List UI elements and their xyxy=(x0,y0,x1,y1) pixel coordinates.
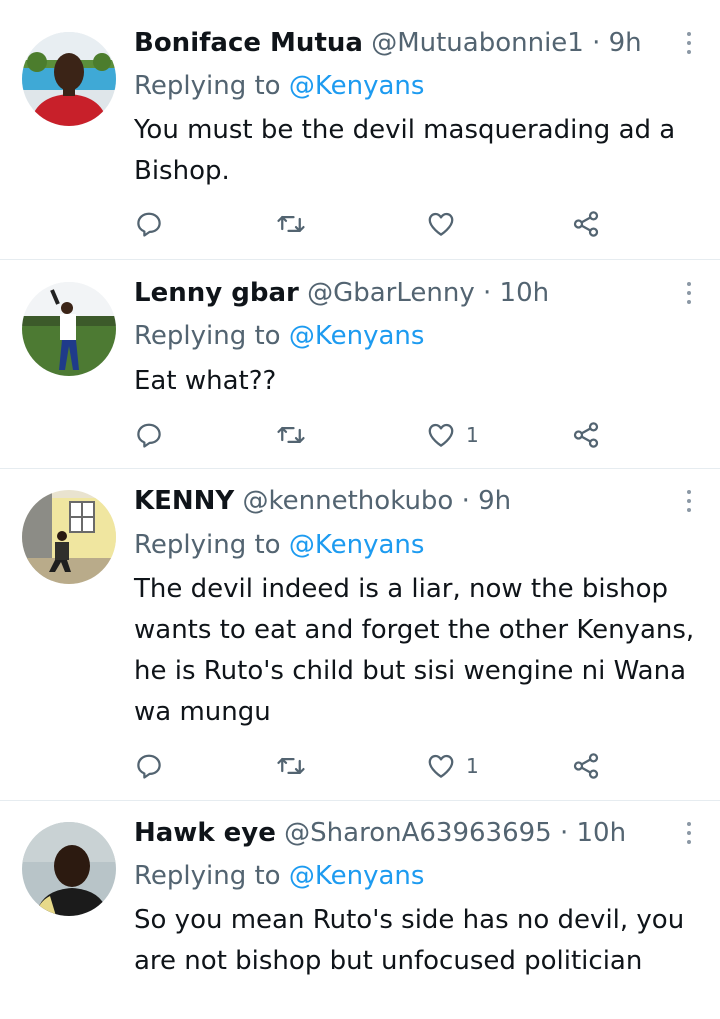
retweet-button[interactable] xyxy=(276,207,306,241)
tweet[interactable]: Hawk eye @SharonA63963695 · 10h Replying… xyxy=(0,801,720,1019)
replying-to: Replying to @Kenyans xyxy=(134,859,424,893)
separator-dot: · xyxy=(592,28,601,58)
share-icon xyxy=(573,422,599,448)
reply-button[interactable] xyxy=(134,207,164,241)
like-button[interactable]: 1 xyxy=(426,418,479,452)
action-bar: 1 xyxy=(134,749,614,783)
mention-link[interactable]: @Kenyans xyxy=(289,861,425,891)
display-name[interactable]: KENNY xyxy=(134,486,234,516)
retweet-icon xyxy=(277,216,305,232)
reply-button[interactable] xyxy=(134,418,164,452)
user-handle[interactable]: @Mutuabonnie1 xyxy=(371,28,584,58)
like-button[interactable] xyxy=(426,207,466,241)
user-handle[interactable]: @SharonA63963695 xyxy=(284,818,552,848)
like-count: 1 xyxy=(466,754,479,778)
timestamp[interactable]: 9h xyxy=(478,486,511,516)
share-button[interactable] xyxy=(571,749,601,783)
replying-to-label: Replying to xyxy=(134,321,281,351)
share-button[interactable] xyxy=(571,418,601,452)
avatar-photo xyxy=(22,490,116,584)
tweet-header: Hawk eye @SharonA63963695 · 10h xyxy=(134,816,660,850)
mention-link[interactable]: @Kenyans xyxy=(289,71,425,101)
retweet-button[interactable] xyxy=(276,749,306,783)
avatar[interactable] xyxy=(22,32,116,126)
more-options-icon[interactable] xyxy=(684,822,694,844)
like-button[interactable]: 1 xyxy=(426,749,479,783)
avatar[interactable] xyxy=(22,822,116,916)
reply-icon xyxy=(137,212,161,237)
action-bar xyxy=(134,207,614,241)
share-icon xyxy=(573,211,599,237)
user-handle[interactable]: @kennethokubo xyxy=(243,486,454,516)
tweet[interactable]: KENNY @kennethokubo · 9h Replying to @Ke… xyxy=(0,469,720,801)
retweet-icon xyxy=(277,758,305,774)
replying-to-label: Replying to xyxy=(134,861,281,891)
separator-dot: · xyxy=(483,278,492,308)
tweet-header: Lenny gbar @GbarLenny · 10h xyxy=(134,276,660,310)
mention-link[interactable]: @Kenyans xyxy=(289,321,425,351)
replying-to: Replying to @Kenyans xyxy=(134,528,424,562)
tweet-text: The devil indeed is a liar, now the bish… xyxy=(134,574,695,727)
tweet-text: Eat what?? xyxy=(134,366,277,396)
action-bar: 1 xyxy=(134,418,614,452)
tweet[interactable]: Lenny gbar @GbarLenny · 10h Replying to … xyxy=(0,260,720,469)
tweet-text: You must be the devil masquerading ad a … xyxy=(134,115,676,186)
user-handle[interactable]: @GbarLenny xyxy=(307,278,475,308)
retweet-button[interactable] xyxy=(276,418,306,452)
reply-icon xyxy=(137,423,161,448)
tweet-text: So you mean Ruto's side has no devil, yo… xyxy=(134,905,685,976)
retweet-icon xyxy=(277,427,305,443)
display-name[interactable]: Hawk eye xyxy=(134,818,276,848)
like-count: 1 xyxy=(466,423,479,447)
share-icon xyxy=(573,753,599,779)
heart-icon xyxy=(428,212,454,236)
avatar[interactable] xyxy=(22,490,116,584)
reply-icon xyxy=(137,754,161,779)
replying-to-label: Replying to xyxy=(134,530,281,560)
avatar-photo xyxy=(22,32,116,126)
replying-to-label: Replying to xyxy=(134,71,281,101)
display-name[interactable]: Lenny gbar xyxy=(134,278,299,308)
tweet-header: Boniface Mutua @Mutuabonnie1 · 9h xyxy=(134,26,660,60)
avatar[interactable] xyxy=(22,282,116,376)
display-name[interactable]: Boniface Mutua xyxy=(134,28,363,58)
reply-button[interactable] xyxy=(134,749,164,783)
avatar-photo xyxy=(22,282,116,376)
heart-icon xyxy=(428,423,454,447)
tweet[interactable]: Boniface Mutua @Mutuabonnie1 · 9h Replyi… xyxy=(0,0,720,260)
heart-icon xyxy=(428,754,454,778)
replying-to: Replying to @Kenyans xyxy=(134,69,424,103)
replying-to: Replying to @Kenyans xyxy=(134,319,424,353)
more-options-icon[interactable] xyxy=(684,282,694,304)
separator-dot: · xyxy=(559,818,569,848)
timestamp[interactable]: 10h xyxy=(500,278,550,308)
avatar-photo xyxy=(22,822,116,916)
mention-link[interactable]: @Kenyans xyxy=(289,530,425,560)
timestamp[interactable]: 10h xyxy=(577,818,627,848)
more-options-icon[interactable] xyxy=(684,32,694,54)
more-options-icon[interactable] xyxy=(684,490,694,512)
separator-dot: · xyxy=(461,486,470,516)
tweet-header: KENNY @kennethokubo · 9h xyxy=(134,484,660,518)
share-button[interactable] xyxy=(571,207,601,241)
timestamp[interactable]: 9h xyxy=(609,28,642,58)
